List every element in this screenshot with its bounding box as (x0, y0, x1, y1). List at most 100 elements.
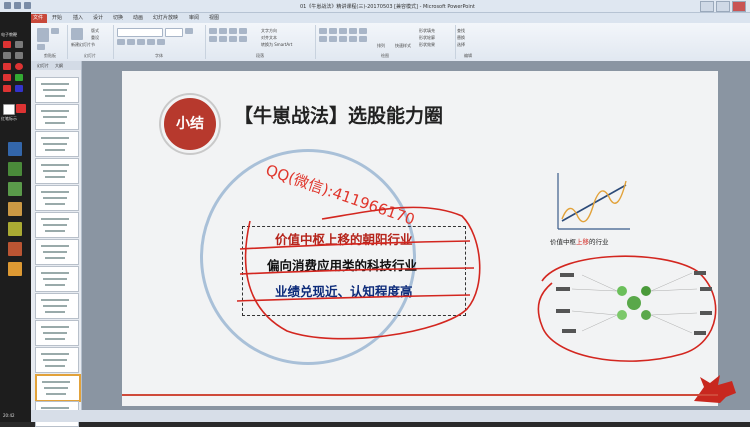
font-size-field[interactable] (165, 28, 183, 37)
slide-thumbnail[interactable] (35, 374, 81, 402)
justify-icon[interactable] (239, 36, 247, 42)
shadow-icon[interactable] (147, 39, 155, 45)
align-text-button[interactable]: 对齐文本 (261, 35, 277, 41)
slide-thumbnail[interactable] (35, 266, 79, 292)
green-pen-icon[interactable] (15, 74, 23, 81)
slide-thumbnail[interactable] (35, 320, 79, 346)
tab-animations[interactable]: 动画 (133, 14, 143, 23)
slide-thumbnail[interactable] (35, 347, 79, 373)
color-swatch-white[interactable] (3, 104, 15, 115)
slide-thumbnail[interactable] (35, 77, 79, 103)
color-swatch-red[interactable] (16, 104, 26, 113)
copy-icon[interactable] (37, 44, 45, 50)
shape-plus-icon[interactable] (359, 36, 367, 42)
thumbnail-text-line (44, 387, 68, 389)
text-direction-button[interactable]: 文字方向 (261, 28, 277, 34)
slide-thumbnail[interactable] (35, 131, 79, 157)
shape-fill-button[interactable]: 形状填充 (419, 28, 435, 34)
tab-outline-panel[interactable]: 大纲 (55, 63, 63, 69)
close-button[interactable] (732, 1, 746, 12)
numbering-icon[interactable] (219, 28, 227, 34)
undo-icon[interactable] (14, 2, 21, 9)
shape-triangle-icon[interactable] (349, 28, 357, 34)
strikethrough-icon[interactable] (137, 39, 145, 45)
blue-pen-icon[interactable] (15, 85, 23, 92)
panel-tabs: 幻灯片 大纲 (31, 61, 81, 70)
bullets-icon[interactable] (209, 28, 217, 34)
thumbnail-text-line (45, 122, 65, 124)
tab-home[interactable]: 开始 (52, 14, 62, 23)
select-button[interactable]: 选择 (457, 42, 465, 48)
tab-transitions[interactable]: 切换 (113, 14, 123, 23)
align-right-icon[interactable] (229, 36, 237, 42)
shape-arrow-icon[interactable] (359, 28, 367, 34)
font-name-field[interactable] (117, 28, 163, 37)
tab-review[interactable]: 审阅 (189, 14, 199, 23)
new-slide-icon[interactable] (71, 28, 83, 40)
slide-thumbnail[interactable] (35, 104, 79, 130)
align-center-icon[interactable] (219, 36, 227, 42)
shape-more-icon[interactable] (349, 36, 357, 42)
shape-line-icon[interactable] (319, 28, 327, 34)
underline-icon[interactable] (127, 39, 135, 45)
marker-icon[interactable] (3, 85, 11, 92)
slide-thumbnail[interactable] (35, 293, 79, 319)
shape-brace-icon[interactable] (339, 36, 347, 42)
arrow-tool-icon[interactable] (15, 52, 23, 59)
app-chart-icon[interactable] (8, 202, 22, 216)
replace-button[interactable]: 替换 (457, 35, 465, 41)
red-pen-label: 红笔标示 (1, 116, 17, 121)
caption-highlight: 上移 (576, 238, 589, 246)
line-tool-icon[interactable] (3, 52, 11, 59)
app-doc-icon[interactable] (8, 222, 22, 236)
ellipse-tool-icon[interactable] (15, 63, 23, 70)
layout-button[interactable]: 版式 (91, 28, 99, 34)
app-green-icon[interactable] (8, 182, 22, 196)
shape-rect-icon[interactable] (329, 28, 337, 34)
find-button[interactable]: 查找 (457, 28, 465, 34)
save-icon[interactable] (4, 2, 11, 9)
paste-icon[interactable] (37, 28, 49, 42)
presenter-icon[interactable] (8, 142, 22, 156)
reset-button[interactable]: 重设 (91, 35, 99, 41)
thumbnail-text-line (41, 353, 69, 355)
slide-thumbnail[interactable] (35, 185, 79, 211)
thumbnail-text-line (45, 311, 65, 313)
align-left-icon[interactable] (209, 36, 217, 42)
quick-styles-button[interactable]: 快速样式 (395, 43, 411, 49)
new-slide-button[interactable]: 新建幻灯片 (71, 42, 91, 48)
shape-oval-icon[interactable] (339, 28, 347, 34)
slide-thumbnail[interactable] (35, 158, 79, 184)
redo-icon[interactable] (24, 2, 31, 9)
arrange-button[interactable]: 排列 (377, 43, 385, 49)
shape-star-icon[interactable] (319, 36, 327, 42)
tab-insert[interactable]: 插入 (73, 14, 83, 23)
pen-red-icon[interactable] (3, 41, 11, 48)
app-ppt-icon[interactable] (8, 242, 22, 256)
rect-tool-icon[interactable] (3, 63, 11, 70)
tab-file[interactable]: 文件 (29, 14, 47, 23)
highlighter-icon[interactable] (3, 74, 11, 81)
tab-slides-panel[interactable]: 幻灯片 (37, 63, 49, 69)
slide-thumbnail[interactable] (35, 212, 79, 238)
tab-slideshow[interactable]: 幻灯片放映 (153, 14, 178, 23)
smartart-button[interactable]: 转换为 SmartArt (261, 42, 292, 48)
italic-icon[interactable] (117, 39, 125, 45)
font-color-icon[interactable] (157, 39, 165, 45)
minimize-button[interactable] (700, 1, 714, 12)
section-button[interactable]: 节 (91, 42, 95, 48)
shape-effects-button[interactable]: 形状效果 (419, 42, 435, 48)
globe-icon[interactable] (8, 162, 22, 176)
app-face-icon[interactable] (8, 262, 22, 276)
bold-icon[interactable] (185, 28, 193, 34)
maximize-button[interactable] (716, 1, 730, 12)
line-spacing-icon[interactable] (239, 28, 247, 34)
slide-thumbnail[interactable] (35, 239, 79, 265)
tab-view[interactable]: 视图 (209, 14, 219, 23)
tab-design[interactable]: 设计 (93, 14, 103, 23)
indent-icon[interactable] (229, 28, 237, 34)
shape-callout-icon[interactable] (329, 36, 337, 42)
cut-icon[interactable] (51, 28, 59, 34)
pointer-icon[interactable] (15, 41, 23, 48)
shape-outline-button[interactable]: 形状轮廓 (419, 35, 435, 41)
